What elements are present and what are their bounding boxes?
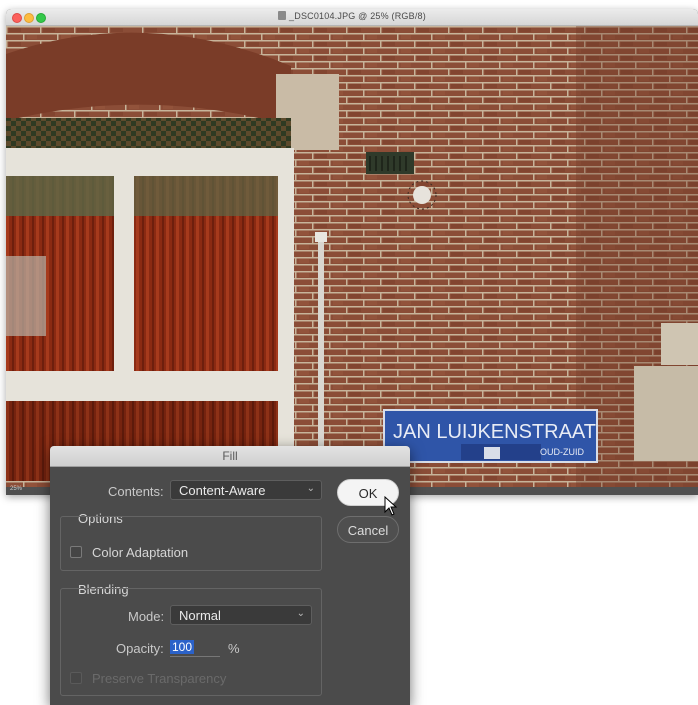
mode-select-value: Normal: [179, 608, 221, 623]
opacity-input-value: 100: [170, 640, 195, 654]
dialog-title: Fill: [222, 449, 238, 463]
options-group: [60, 516, 322, 571]
color-adaptation-checkbox[interactable]: [70, 546, 82, 558]
mouse-pointer-icon: [384, 496, 398, 516]
contents-select-value: Content-Aware: [179, 483, 266, 498]
opacity-input[interactable]: 100: [170, 639, 220, 657]
mode-label: Mode:: [128, 609, 165, 624]
document-icon: [278, 11, 287, 20]
chevron-down-icon: ⌄: [306, 483, 315, 494]
opacity-label: Opacity:: [116, 641, 164, 656]
preserve-transparency-label: Preserve Transparency: [92, 671, 227, 686]
contents-select[interactable]: Content-Aware ⌄: [170, 480, 322, 500]
zoom-level[interactable]: 25%: [10, 486, 22, 492]
fill-dialog: Fill Contents: Content-Aware ⌄ OK Cancel…: [50, 446, 410, 705]
contents-label: Contents:: [108, 484, 164, 499]
sign-main-text: JAN LUIJKENSTRAAT: [393, 421, 596, 443]
dialog-titlebar[interactable]: Fill: [50, 446, 410, 467]
document-titlebar: _DSC0104.JPG @ 25% (RGB/8): [6, 9, 698, 26]
mode-select[interactable]: Normal ⌄: [170, 605, 312, 625]
opacity-unit: %: [228, 641, 240, 656]
cancel-button[interactable]: Cancel: [337, 516, 399, 543]
chevron-down-icon: ⌄: [296, 608, 305, 619]
sign-sub-text: OUD-ZUID: [540, 447, 584, 457]
canvas-image[interactable]: JAN LUIJKENSTRAAT OUD-ZUID: [6, 26, 698, 487]
preserve-transparency-checkbox[interactable]: [70, 672, 82, 684]
color-adaptation-label: Color Adaptation: [92, 545, 189, 560]
document-window: _DSC0104.JPG @ 25% (RGB/8) JAN LUIJKENST…: [6, 9, 698, 495]
document-title: _DSC0104.JPG @ 25% (RGB/8): [6, 11, 698, 21]
document-title-text: _DSC0104.JPG @ 25% (RGB/8): [289, 11, 426, 21]
brick-wall-photo: JAN LUIJKENSTRAAT OUD-ZUID: [6, 26, 698, 487]
